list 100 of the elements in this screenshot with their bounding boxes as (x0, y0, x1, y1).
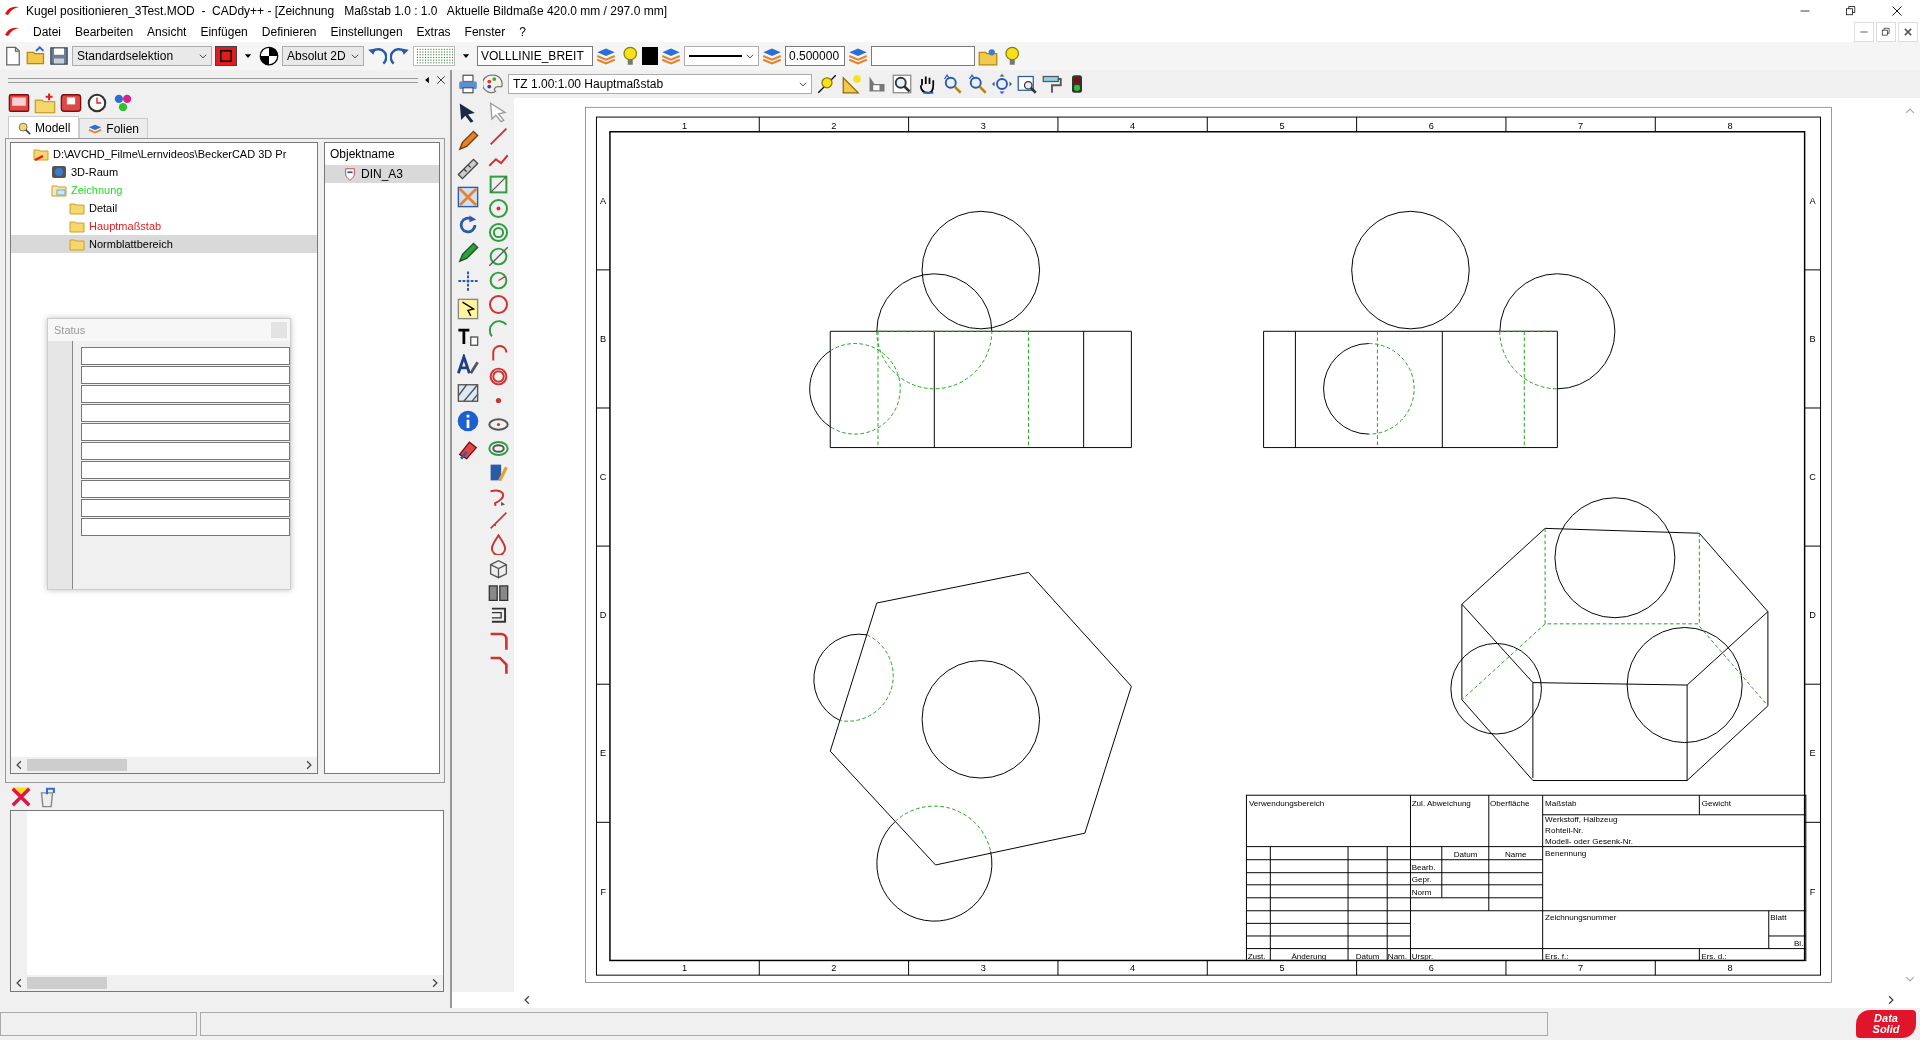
undo-icon[interactable] (367, 46, 387, 66)
lamp-icon[interactable] (817, 74, 837, 94)
disc-icon[interactable] (259, 46, 279, 66)
delete-icon[interactable] (10, 785, 32, 808)
circle-icon[interactable] (487, 222, 509, 243)
ring-icon[interactable] (487, 366, 509, 387)
line-icon[interactable] (487, 126, 509, 147)
title-block-label: Zul. Abweichung (1411, 799, 1471, 809)
line-style-dropdown[interactable] (684, 46, 759, 66)
chevron-right-icon[interactable] (304, 760, 314, 770)
hand-icon[interactable] (917, 74, 937, 94)
circle-icon[interactable] (487, 246, 509, 267)
diagonal-line-icon[interactable] (487, 510, 509, 531)
rotate-icon[interactable] (457, 214, 479, 236)
document-close-button[interactable] (1898, 22, 1918, 42)
close-icon[interactable] (436, 75, 446, 85)
open-folder-icon[interactable] (26, 46, 46, 66)
coordinate-mode-dropdown[interactable]: Absolut 2D (282, 46, 364, 66)
tab[interactable]: Modell (8, 116, 80, 138)
line-type-field[interactable]: VOLLLINIE_BREIT (477, 46, 593, 66)
text-pen-icon[interactable] (457, 354, 479, 376)
grid-button[interactable] (413, 46, 455, 66)
zoom-icon[interactable] (992, 74, 1012, 94)
rectangle-icon[interactable] (487, 174, 509, 195)
object-item[interactable]: DIN_A3 (325, 165, 439, 183)
title-block-label: Zeichnungsnummer (1545, 913, 1617, 923)
tree-item[interactable]: Hauptmaßstab (11, 217, 317, 235)
clock-icon[interactable] (86, 92, 108, 114)
document-restore-button[interactable] (1876, 22, 1896, 42)
menu-item[interactable]: ? (512, 25, 533, 39)
menu-item[interactable]: Einfügen (193, 25, 255, 39)
folder-plus-icon[interactable] (34, 92, 56, 114)
tab[interactable]: Folien (79, 118, 149, 138)
layers-icon[interactable] (848, 46, 868, 66)
title-block-label: Ers. d.: (1701, 951, 1727, 961)
folder-people-icon[interactable] (978, 46, 998, 66)
circle-icon[interactable] (487, 270, 509, 291)
hatch-icon[interactable] (457, 382, 479, 404)
screen-icon[interactable] (8, 92, 30, 114)
pencil-icon[interactable] (457, 130, 479, 152)
selection-mode-dropdown[interactable]: Standardselektion (72, 46, 212, 66)
scrollbar-thumb[interactable] (27, 977, 107, 989)
chevron-left-icon[interactable] (14, 760, 24, 770)
balls-icon[interactable] (112, 92, 134, 114)
new-file-icon[interactable] (3, 46, 23, 66)
book-icon[interactable] (487, 582, 509, 603)
chevron-right-icon[interactable] (430, 978, 440, 988)
ellipse-icon[interactable] (487, 438, 509, 459)
menu-item[interactable]: Ansicht (140, 25, 194, 39)
color-swatch[interactable] (642, 47, 658, 65)
chevron-right-icon[interactable] (1886, 995, 1896, 1005)
tree-item[interactable]: 3D-Raum (11, 163, 317, 181)
title-block-label: Maßstab (1545, 799, 1577, 809)
color-button[interactable] (215, 46, 237, 66)
zoom-icon[interactable] (1017, 74, 1037, 94)
save-icon[interactable] (49, 46, 69, 66)
crosshair-icon[interactable] (457, 270, 479, 292)
printer-icon[interactable] (458, 74, 478, 94)
scale-dropdown[interactable]: TZ 1.00:1.00 Hauptmaßstab (508, 74, 812, 94)
menu-item[interactable]: Fenster (457, 25, 513, 39)
pen-icon[interactable] (457, 242, 479, 264)
menu-item[interactable]: Definieren (254, 25, 324, 39)
info-icon[interactable] (457, 410, 479, 432)
eraser-icon[interactable] (457, 438, 479, 460)
chevron-left-icon[interactable] (14, 978, 24, 988)
grid-label: F (600, 886, 606, 897)
ruler-icon[interactable] (457, 158, 479, 180)
scrollbar-thumb[interactable] (27, 759, 127, 771)
layers-icon[interactable] (661, 46, 681, 66)
tree-item[interactable]: Normblattbereich (11, 235, 317, 253)
tree-item[interactable]: Detail (11, 199, 317, 217)
redo-icon[interactable] (390, 46, 410, 66)
panel-grip[interactable] (8, 77, 418, 83)
zoom-icon[interactable] (942, 74, 962, 94)
chevron-left-icon[interactable] (522, 995, 532, 1005)
grid-label: A (600, 196, 607, 206)
menu-item[interactable]: Bearbeiten (68, 25, 141, 39)
title-block-label: Rohteil-Nr. (1545, 826, 1584, 836)
circle-icon[interactable] (487, 198, 509, 219)
grid-label: 6 (1428, 963, 1434, 974)
title-block-label: Zust. (1247, 951, 1266, 961)
zoom-icon[interactable] (892, 74, 912, 94)
layers-icon[interactable] (762, 46, 782, 66)
tree-item[interactable]: D:\AVCHD_Filme\Lernvideos\BeckerCAD 3D Pr (11, 145, 317, 163)
zoom-icon[interactable] (967, 74, 987, 94)
menu-item[interactable]: Extras (409, 25, 458, 39)
paint-roller-icon[interactable] (1042, 74, 1062, 94)
layer-field[interactable] (871, 46, 975, 66)
palette-icon[interactable] (483, 74, 503, 94)
select-icon[interactable] (457, 298, 479, 320)
line-width-field[interactable]: 0.500000 (785, 46, 845, 66)
menu-item[interactable]: Datei (26, 25, 68, 39)
menu-item[interactable]: Einstellungen (323, 25, 410, 39)
grid-label: E (600, 748, 607, 759)
layers-icon[interactable] (596, 46, 616, 66)
circle-icon[interactable] (487, 294, 509, 315)
text-icon[interactable] (457, 326, 479, 348)
box-icon[interactable] (60, 92, 82, 114)
arc-icon[interactable] (487, 318, 509, 339)
trim-icon[interactable] (457, 186, 479, 208)
